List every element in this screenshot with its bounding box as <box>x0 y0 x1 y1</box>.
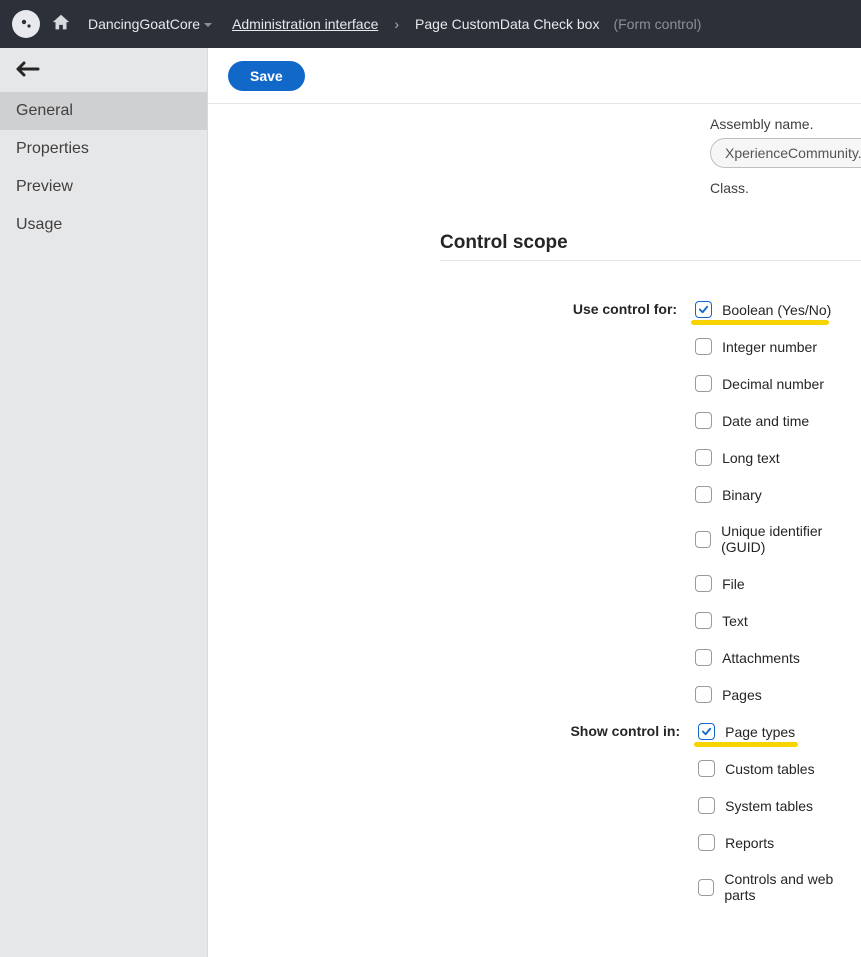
checkbox[interactable] <box>695 375 712 392</box>
use-control-for-option: Decimal number <box>695 365 861 402</box>
class-label: Class. <box>710 180 861 196</box>
chevron-right-icon: › <box>394 16 399 32</box>
checkbox-label: Binary <box>722 487 762 503</box>
checkbox[interactable] <box>695 575 712 592</box>
show-control-in-option: Reports <box>698 824 861 861</box>
checkbox-label: Attachments <box>722 650 800 666</box>
use-control-for-option: Integer number <box>695 328 861 365</box>
breadcrumb-page: Page CustomData Check box <box>415 16 599 32</box>
checkbox-label: Decimal number <box>722 376 824 392</box>
assembly-name-input[interactable]: XperienceCommunity.PageCustomDataCon... … <box>710 138 861 168</box>
content-area: Assembly name. XperienceCommunity.PageCu… <box>208 104 861 957</box>
checkbox[interactable] <box>695 649 712 666</box>
checkbox-label: Custom tables <box>725 761 814 777</box>
use-control-for-option: Long text <box>695 439 861 476</box>
checkbox[interactable] <box>695 686 712 703</box>
checkbox[interactable] <box>698 797 715 814</box>
checkbox-label: File <box>722 576 745 592</box>
back-arrow-icon <box>14 60 40 81</box>
home-icon[interactable] <box>50 12 72 37</box>
checkbox[interactable] <box>695 338 712 355</box>
checkbox[interactable] <box>698 879 714 896</box>
checkbox-label: Controls and web parts <box>724 871 861 903</box>
checkbox[interactable] <box>698 834 715 851</box>
checkbox[interactable] <box>695 301 712 318</box>
breadcrumb-admin[interactable]: Administration interface <box>232 16 378 32</box>
breadcrumb-suffix: (Form control) <box>613 16 701 32</box>
checkbox[interactable] <box>698 723 715 740</box>
save-button[interactable]: Save <box>228 61 305 91</box>
toolbar: Save <box>208 48 861 104</box>
checkbox-label: Unique identifier (GUID) <box>721 523 861 555</box>
back-button[interactable] <box>0 48 207 92</box>
sidebar: GeneralPropertiesPreviewUsage <box>0 48 208 957</box>
checkbox-label: Boolean (Yes/No) <box>722 302 831 318</box>
show-control-in-label: Show control in: <box>440 713 698 913</box>
assembly-name-value: XperienceCommunity.PageCustomDataCon... <box>725 145 861 161</box>
highlight-annotation <box>694 742 798 747</box>
use-control-for-option: Boolean (Yes/No) <box>695 291 861 328</box>
use-control-for-option: Attachments <box>695 639 861 676</box>
site-selector[interactable]: DancingGoatCore <box>88 16 212 32</box>
checkbox[interactable] <box>695 412 712 429</box>
sidebar-item-preview[interactable]: Preview <box>0 168 207 206</box>
checkbox-label: Text <box>722 613 748 629</box>
sidebar-item-general[interactable]: General <box>0 92 207 130</box>
use-control-for-option: Binary <box>695 476 861 513</box>
highlight-annotation <box>691 320 829 325</box>
checkbox-label: Page types <box>725 724 795 740</box>
site-name: DancingGoatCore <box>88 16 200 32</box>
app-logo[interactable] <box>12 10 40 38</box>
checkbox-label: Date and time <box>722 413 809 429</box>
checkbox-label: Pages <box>722 687 762 703</box>
use-control-for-option: File <box>695 565 861 602</box>
caret-icon <box>204 16 212 32</box>
sidebar-item-usage[interactable]: Usage <box>0 206 207 244</box>
checkbox[interactable] <box>695 612 712 629</box>
checkbox-label: Integer number <box>722 339 817 355</box>
show-control-in-option: Page types <box>698 713 861 750</box>
checkbox[interactable] <box>698 760 715 777</box>
checkbox[interactable] <box>695 449 712 466</box>
use-control-for-option: Date and time <box>695 402 861 439</box>
checkbox-label: Long text <box>722 450 780 466</box>
checkbox-label: System tables <box>725 798 813 814</box>
show-control-in-option: Custom tables <box>698 750 861 787</box>
checkbox[interactable] <box>695 531 711 548</box>
checkbox-label: Reports <box>725 835 774 851</box>
use-control-for-option: Unique identifier (GUID) <box>695 513 861 565</box>
topbar: DancingGoatCore Administration interface… <box>0 0 861 48</box>
checkbox[interactable] <box>695 486 712 503</box>
show-control-in-option: System tables <box>698 787 861 824</box>
use-control-for-label: Use control for: <box>440 291 695 713</box>
use-control-for-option: Text <box>695 602 861 639</box>
sidebar-item-properties[interactable]: Properties <box>0 130 207 168</box>
assembly-name-label: Assembly name. <box>710 116 861 132</box>
show-control-in-option: Controls and web parts <box>698 861 861 913</box>
section-control-scope: Control scope <box>440 232 861 254</box>
use-control-for-option: Pages <box>695 676 861 713</box>
